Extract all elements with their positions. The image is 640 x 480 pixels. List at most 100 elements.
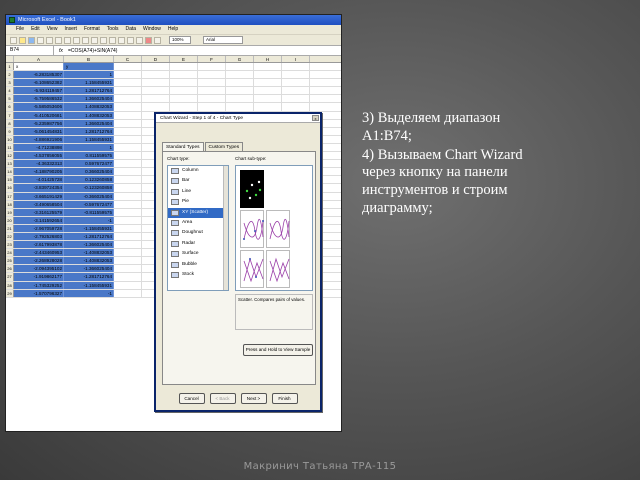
cell-b[interactable]: 1.366025404 xyxy=(64,95,114,103)
subtype-lines-markers[interactable] xyxy=(240,250,264,288)
cell-b[interactable]: -1.281712764 xyxy=(64,273,114,281)
cell-empty[interactable] xyxy=(114,103,142,111)
cell-empty[interactable] xyxy=(282,79,310,87)
cell-a[interactable]: -3.839724354 xyxy=(14,184,64,192)
cell-empty[interactable] xyxy=(142,71,170,79)
chart-type-item[interactable]: Bubble xyxy=(168,260,228,270)
column-header-h[interactable]: H xyxy=(254,56,282,62)
cell-empty[interactable] xyxy=(226,87,254,95)
cell-empty[interactable] xyxy=(142,95,170,103)
view-sample-button[interactable]: Press and Hold to View Sample xyxy=(243,344,313,356)
row-header[interactable]: 17 xyxy=(6,192,14,200)
column-header-c[interactable]: C xyxy=(114,56,142,62)
menu-view[interactable]: View xyxy=(47,25,58,34)
cell-empty[interactable] xyxy=(114,160,142,168)
cell-b[interactable]: -0.597672477 xyxy=(64,200,114,208)
cell-empty[interactable] xyxy=(170,79,198,87)
new-icon[interactable] xyxy=(10,36,17,44)
cell-a[interactable]: -5.585053606 xyxy=(14,103,64,111)
cell-b[interactable]: 0.811559575 xyxy=(64,152,114,160)
row-header[interactable]: 28 xyxy=(6,281,14,289)
column-header-a[interactable]: A xyxy=(14,56,64,62)
cell-b[interactable]: -1.366025404 xyxy=(64,265,114,273)
cell-empty[interactable] xyxy=(114,192,142,200)
cell-empty[interactable] xyxy=(170,71,198,79)
cell-a[interactable]: -2.268928028 xyxy=(14,257,64,265)
cell-empty[interactable] xyxy=(254,71,282,79)
chart-type-item[interactable]: XY (Scatter) xyxy=(168,207,228,218)
cell-empty[interactable] xyxy=(282,95,310,103)
cell-b[interactable]: 1.281712764 xyxy=(64,87,114,95)
cell-empty[interactable] xyxy=(142,87,170,95)
cell-empty[interactable] xyxy=(282,87,310,95)
cell-a[interactable]: -4.71238898 xyxy=(14,143,64,152)
cell-a[interactable]: -2.792526803 xyxy=(14,232,64,241)
cell-b[interactable]: 1.408832053 xyxy=(64,103,114,111)
cell-empty[interactable] xyxy=(226,103,254,111)
save-icon[interactable] xyxy=(28,36,35,44)
cell-empty[interactable] xyxy=(254,95,282,103)
row-header[interactable]: 22 xyxy=(6,232,14,241)
cell-a[interactable]: -5.934119457 xyxy=(14,87,64,95)
row-header[interactable]: 1 xyxy=(6,63,14,71)
menu-window[interactable]: Window xyxy=(143,25,161,34)
cell-a[interactable]: -1.570796327 xyxy=(14,289,64,297)
cell-empty[interactable] xyxy=(226,63,254,71)
cell-empty[interactable] xyxy=(114,273,142,281)
cell-empty[interactable] xyxy=(114,71,142,79)
paste-icon[interactable] xyxy=(82,36,89,44)
cell-empty[interactable] xyxy=(282,71,310,79)
cell-empty[interactable] xyxy=(142,79,170,87)
next-button[interactable]: Next > xyxy=(240,393,267,404)
cell-a[interactable]: x xyxy=(14,63,64,71)
cell-a[interactable]: -3.316125579 xyxy=(14,208,64,216)
row-header[interactable]: 5 xyxy=(6,95,14,103)
row-header[interactable]: 15 xyxy=(6,176,14,184)
cell-empty[interactable] xyxy=(282,63,310,71)
cell-empty[interactable] xyxy=(114,127,142,135)
cell-a[interactable]: -4.886921906 xyxy=(14,135,64,143)
cell-empty[interactable] xyxy=(114,87,142,95)
row-header[interactable]: 14 xyxy=(6,168,14,176)
cell-empty[interactable] xyxy=(114,249,142,257)
row-header[interactable]: 29 xyxy=(6,289,14,297)
finish-button[interactable]: Finish xyxy=(271,393,298,404)
cell-a[interactable]: -6.108652382 xyxy=(14,79,64,87)
cell-a[interactable]: -4.01425728 xyxy=(14,176,64,184)
row-header[interactable]: 26 xyxy=(6,265,14,273)
row-header[interactable]: 21 xyxy=(6,224,14,232)
cell-empty[interactable] xyxy=(198,95,226,103)
cell-b[interactable]: -0.811559575 xyxy=(64,208,114,216)
undo-icon[interactable] xyxy=(91,36,98,44)
menu-help[interactable]: Help xyxy=(168,25,178,34)
cancel-button[interactable]: Cancel xyxy=(178,393,205,404)
spelling-icon[interactable] xyxy=(55,36,62,44)
chart-type-list[interactable]: Column Bar Line Pie XY (Scatter) Area Doughnut… xyxy=(167,165,229,291)
cell-empty[interactable] xyxy=(254,63,282,71)
cell-empty[interactable] xyxy=(114,119,142,127)
formula-input[interactable]: =COS(A74)+SIN(A74) xyxy=(68,48,117,54)
cell-empty[interactable] xyxy=(114,63,142,71)
tab-standard-types[interactable]: Standard Types xyxy=(162,142,204,151)
column-header-e[interactable]: E xyxy=(170,56,198,62)
cell-empty[interactable] xyxy=(114,79,142,87)
cell-b[interactable]: 0.597672477 xyxy=(64,160,114,168)
cell-b[interactable]: 1.408832053 xyxy=(64,111,114,119)
menu-tools[interactable]: Tools xyxy=(107,25,119,34)
column-header-f[interactable]: F xyxy=(198,56,226,62)
cell-b[interactable]: -1.158455931 xyxy=(64,224,114,232)
menu-format[interactable]: Format xyxy=(84,25,100,34)
cell-a[interactable]: -2.443460953 xyxy=(14,249,64,257)
cell-empty[interactable] xyxy=(170,103,198,111)
autosum-icon[interactable] xyxy=(118,36,125,44)
cell-empty[interactable] xyxy=(142,63,170,71)
cell-empty[interactable] xyxy=(254,103,282,111)
cell-empty[interactable] xyxy=(226,79,254,87)
row-header[interactable]: 10 xyxy=(6,135,14,143)
select-all-corner[interactable] xyxy=(6,56,14,62)
chart-type-item[interactable]: Line xyxy=(168,187,228,197)
cell-empty[interactable] xyxy=(170,63,198,71)
menu-insert[interactable]: Insert xyxy=(64,25,77,34)
cell-a[interactable]: -3.141592654 xyxy=(14,216,64,224)
row-header[interactable]: 12 xyxy=(6,152,14,160)
